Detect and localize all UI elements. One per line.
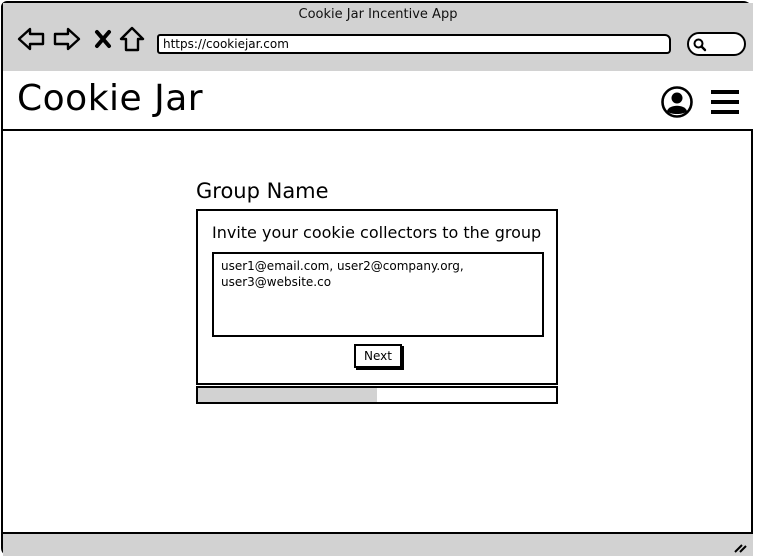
browser-toolbar: Cookie Jar Incentive App https://cookiej…: [3, 3, 753, 73]
close-x-icon[interactable]: [89, 25, 117, 53]
app-header: Cookie Jar: [3, 71, 753, 131]
invite-card: Invite your cookie collectors to the gro…: [196, 209, 558, 385]
forward-arrow-icon[interactable]: [53, 25, 81, 53]
progress-fill: [198, 388, 377, 402]
window-title: Cookie Jar Incentive App: [298, 7, 458, 22]
back-arrow-icon[interactable]: [17, 25, 45, 53]
search-icon: [693, 38, 707, 52]
app-title: Cookie Jar: [17, 78, 204, 119]
search-box[interactable]: [687, 32, 746, 56]
user-avatar-icon[interactable]: [660, 85, 694, 119]
invite-prompt: Invite your cookie collectors to the gro…: [212, 223, 542, 242]
hamburger-menu-icon[interactable]: [710, 89, 740, 115]
next-button[interactable]: Next: [354, 344, 402, 368]
invite-emails-field[interactable]: user1@email.com, user2@company.org, user…: [212, 252, 544, 337]
group-name-heading: Group Name: [196, 179, 329, 203]
home-icon[interactable]: [118, 25, 146, 53]
progress-bar: [196, 386, 558, 404]
status-bar: [3, 532, 753, 556]
resize-grip-icon[interactable]: [733, 541, 747, 553]
url-input[interactable]: https://cookiejar.com: [157, 34, 671, 54]
